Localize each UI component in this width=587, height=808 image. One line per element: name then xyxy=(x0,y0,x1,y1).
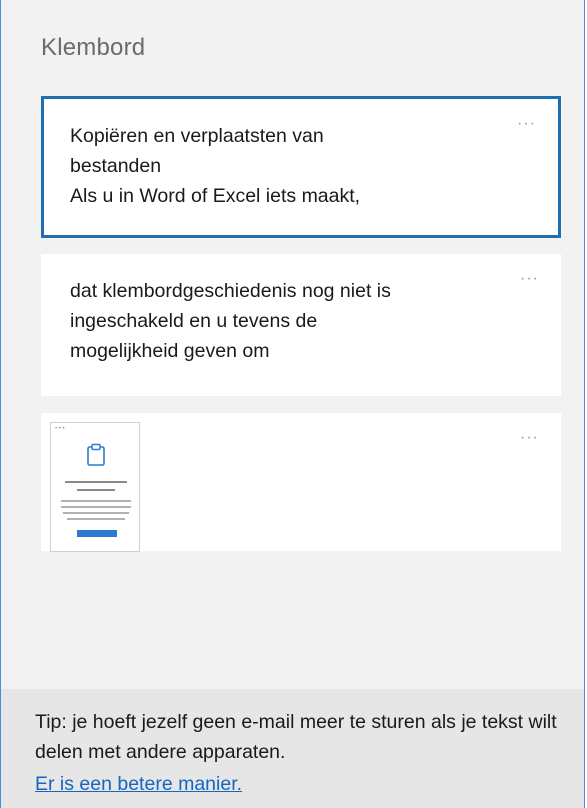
clipboard-item[interactable]: dat klembordgeschiedenis nog niet is ing… xyxy=(41,254,561,396)
panel-title: Klembord xyxy=(41,34,146,61)
clipboard-item-line: Kopiëren en verplaatsten van xyxy=(70,125,324,147)
image-thumbnail: • • • xyxy=(50,422,140,552)
more-options-icon[interactable]: ··· xyxy=(517,116,536,132)
more-options-icon[interactable]: ··· xyxy=(520,271,539,287)
thumbnail-button-shape xyxy=(77,530,117,537)
tip-bar: Tip: je hoeft jezelf geen e-mail meer te… xyxy=(1,689,584,808)
clipboard-item-line: bestanden xyxy=(70,155,162,177)
clipboard-item-line: Als u in Word of Excel iets maakt, xyxy=(70,185,361,207)
thumbnail-text-line xyxy=(67,518,125,520)
clipboard-item-image[interactable]: • • • ··· xyxy=(41,413,561,552)
tip-text: Tip: je hoeft jezelf geen e-mail meer te… xyxy=(35,711,557,763)
clipboard-item[interactable]: Kopiëren en verplaatsten van bestanden A… xyxy=(41,96,561,238)
thumbnail-text-line xyxy=(77,489,115,491)
clipboard-panel: Klembord Kopiëren en verplaatsten van be… xyxy=(0,0,585,808)
clipboard-item-text: Kopiëren en verplaatsten van bestanden A… xyxy=(44,99,558,211)
thumbnail-text-line xyxy=(61,500,131,502)
thumbnail-text-line xyxy=(65,481,127,483)
tip-link[interactable]: Er is een betere manier. xyxy=(35,769,242,799)
clipboard-item-line: ingeschakeld en u tevens de xyxy=(70,310,318,332)
thumbnail-text-line xyxy=(61,506,131,508)
thumbnail-dots-icon: • • • xyxy=(55,426,65,432)
clipboard-item-line: mogelijkheid geven om xyxy=(70,340,270,362)
clipboard-icon xyxy=(87,443,105,466)
thumbnail-text-line xyxy=(63,512,129,514)
more-options-icon[interactable]: ··· xyxy=(520,430,539,446)
clipboard-item-text: dat klembordgeschiedenis nog niet is ing… xyxy=(41,254,561,366)
clipboard-item-line: dat klembordgeschiedenis nog niet is xyxy=(70,280,391,302)
